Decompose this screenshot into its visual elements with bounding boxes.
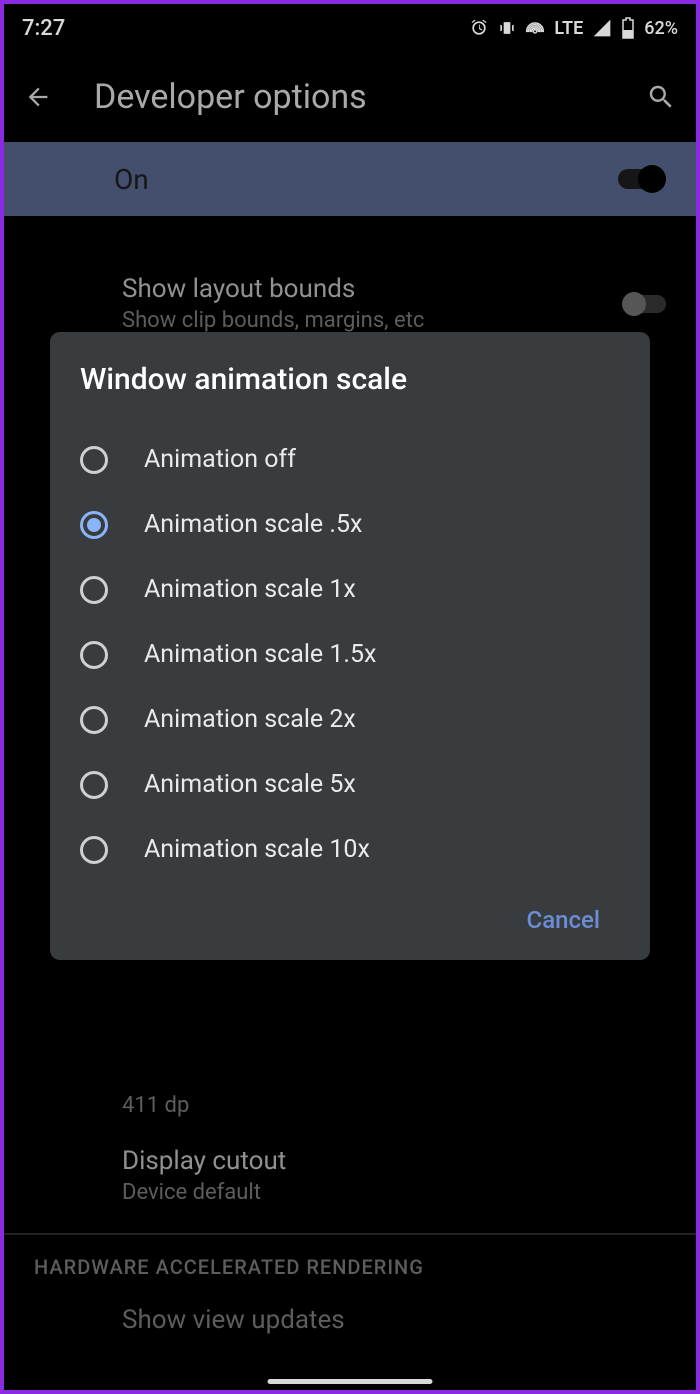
- radio-option[interactable]: Animation scale 1x: [74, 557, 626, 622]
- radio-option[interactable]: Animation off: [74, 427, 626, 492]
- dialog-title: Window animation scale: [74, 362, 626, 397]
- radio-unselected-icon: [80, 771, 108, 799]
- radio-label: Animation scale 1x: [144, 575, 356, 604]
- radio-unselected-icon: [80, 576, 108, 604]
- radio-label: Animation scale 2x: [144, 705, 356, 734]
- radio-label: Animation scale 1.5x: [144, 640, 376, 669]
- radio-option[interactable]: Animation scale .5x: [74, 492, 626, 557]
- screen: 7:27 LTE 62% Developer options On: [4, 4, 696, 1390]
- radio-unselected-icon: [80, 446, 108, 474]
- radio-option[interactable]: Animation scale 10x: [74, 817, 626, 882]
- radio-option[interactable]: Animation scale 5x: [74, 752, 626, 817]
- window-animation-scale-dialog: Window animation scale Animation off Anim…: [50, 332, 650, 960]
- radio-unselected-icon: [80, 641, 108, 669]
- radio-label: Animation off: [144, 445, 296, 474]
- radio-label: Animation scale .5x: [144, 510, 362, 539]
- radio-selected-icon: [80, 511, 108, 539]
- radio-option[interactable]: Animation scale 2x: [74, 687, 626, 752]
- radio-label: Animation scale 5x: [144, 770, 356, 799]
- radio-unselected-icon: [80, 706, 108, 734]
- cancel-button[interactable]: Cancel: [527, 906, 600, 934]
- radio-unselected-icon: [80, 836, 108, 864]
- radio-label: Animation scale 10x: [144, 835, 370, 864]
- radio-option[interactable]: Animation scale 1.5x: [74, 622, 626, 687]
